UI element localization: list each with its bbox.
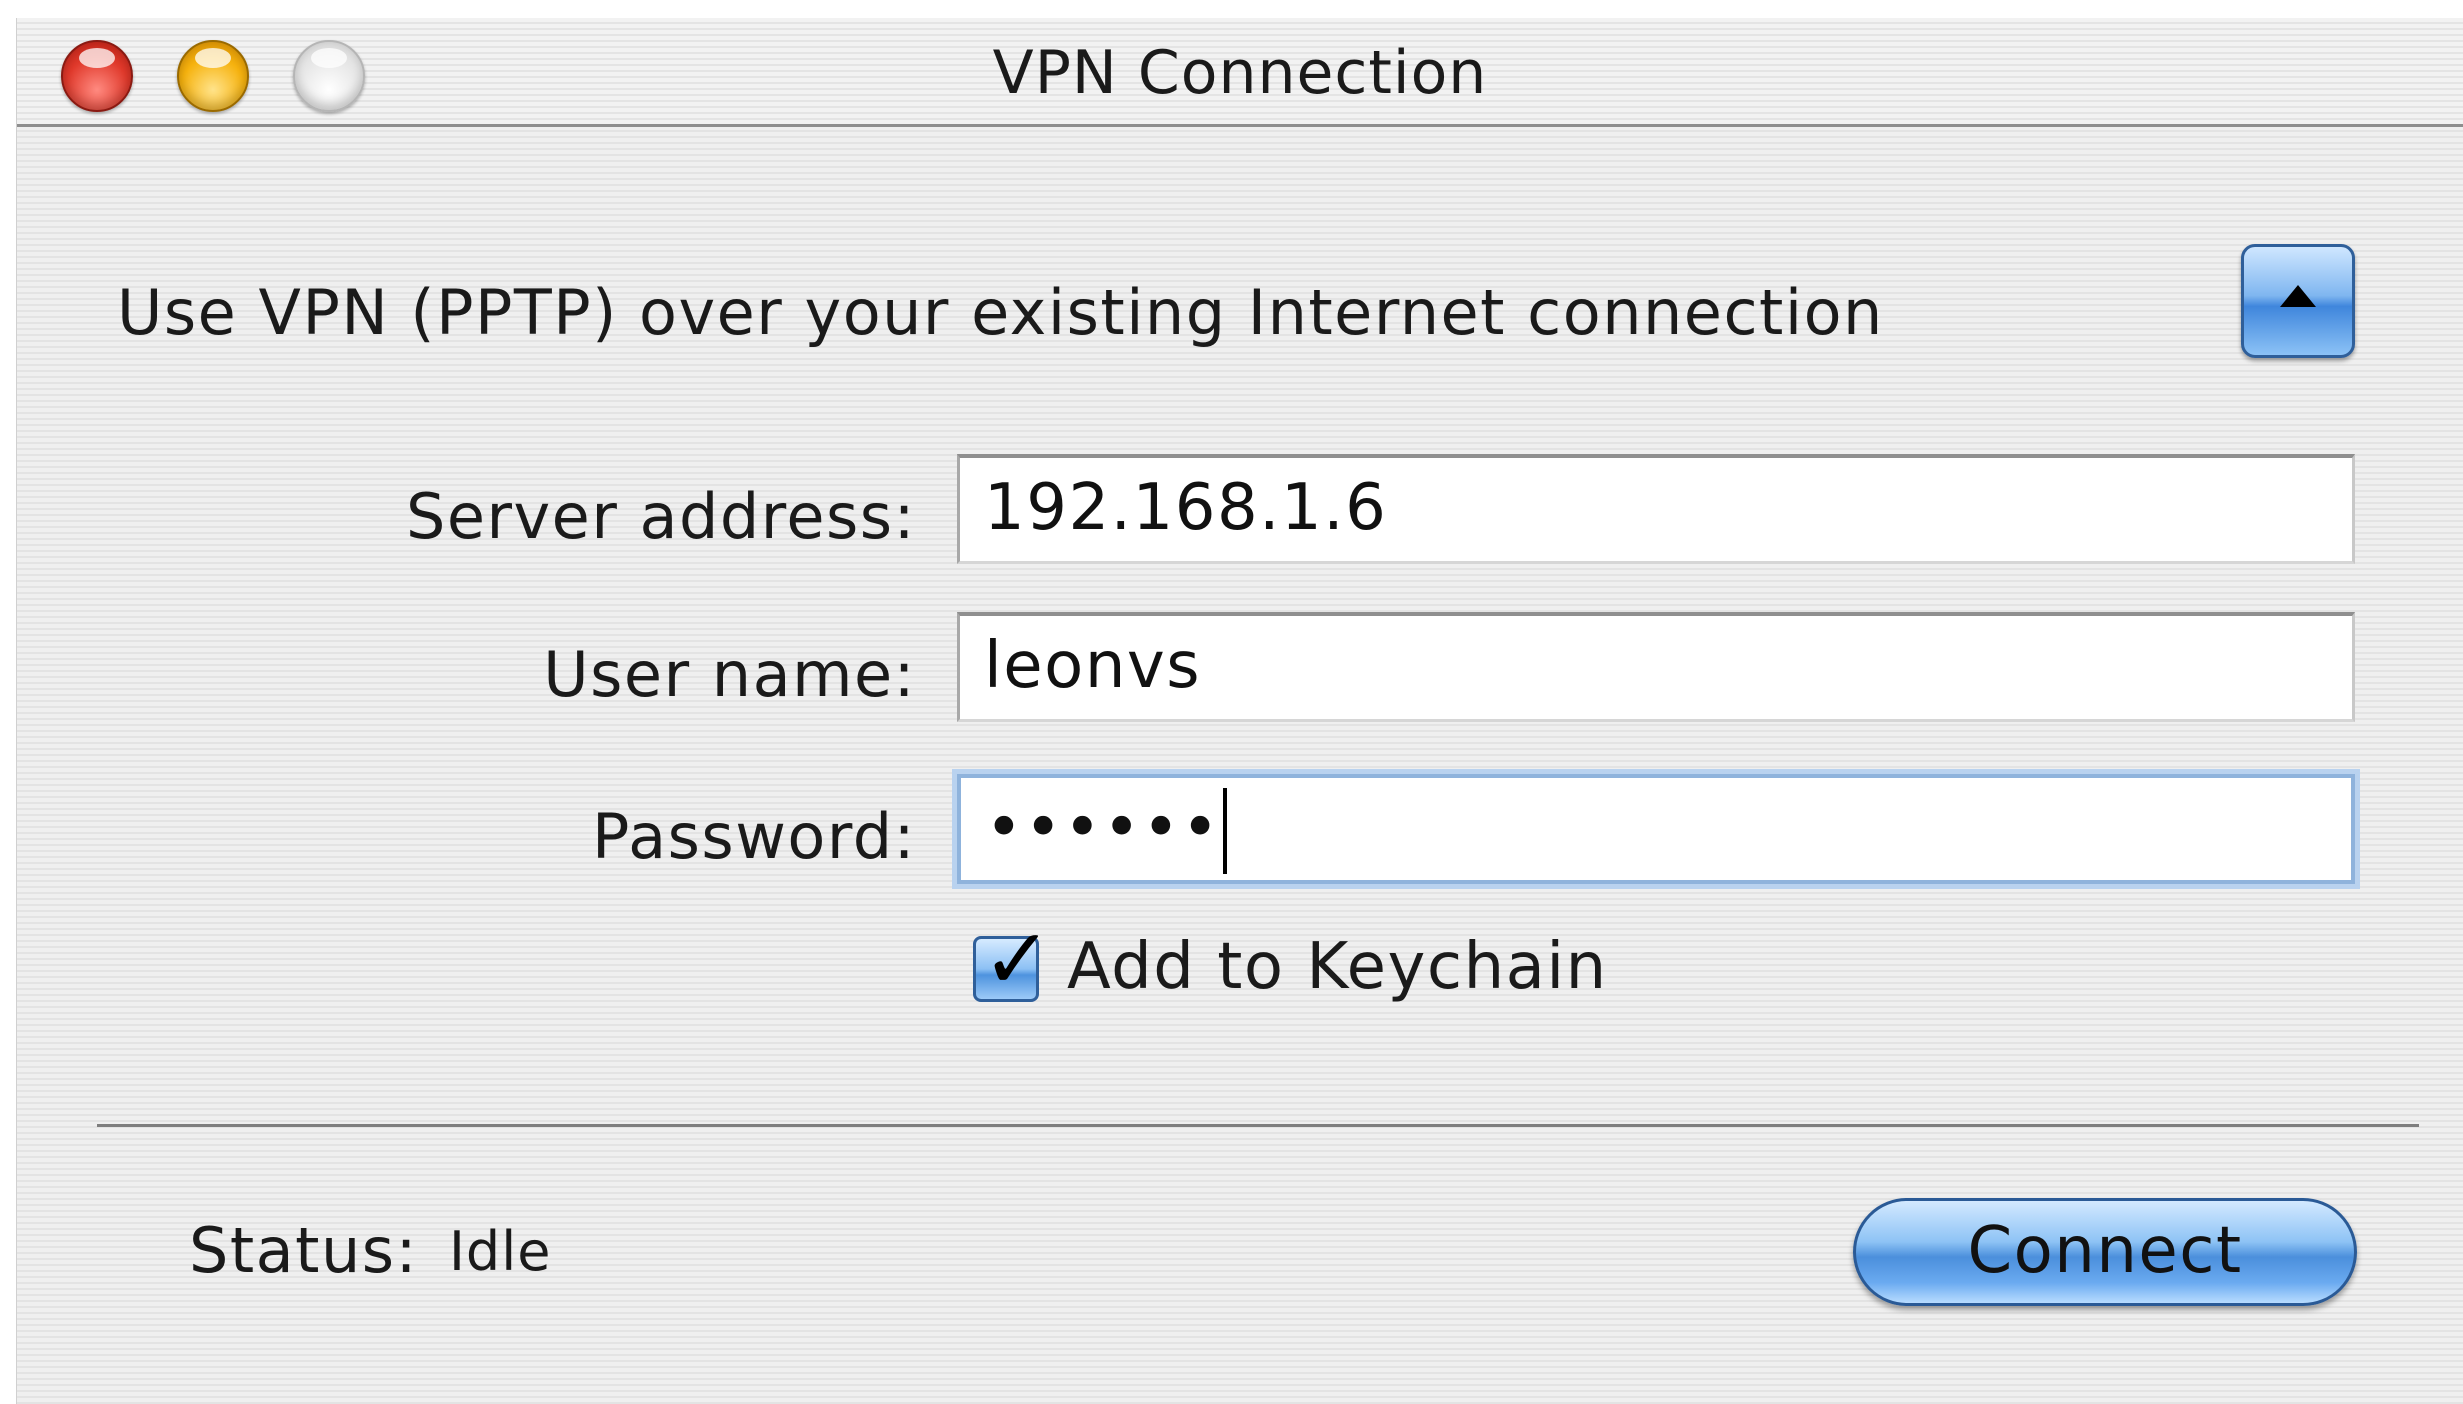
status-label: Status:	[189, 1214, 418, 1287]
password-label: Password:	[592, 800, 916, 873]
server-address-field[interactable]: 192.168.1.6	[957, 454, 2355, 564]
divider	[97, 1124, 2419, 1127]
password-field[interactable]: ••••••	[957, 774, 2355, 884]
checkmark-icon: ✓	[982, 910, 1053, 1008]
connection-description: Use VPN (PPTP) over your existing Intern…	[117, 276, 1884, 349]
vpn-window: VPN Connection Use VPN (PPTP) over your …	[16, 18, 2463, 1404]
triangle-up-icon	[2280, 285, 2316, 307]
disclosure-button[interactable]	[2241, 244, 2355, 358]
add-to-keychain-label[interactable]: Add to Keychain	[1067, 930, 1608, 1004]
add-to-keychain-checkbox[interactable]: ✓	[973, 917, 1052, 1002]
username-label: User name:	[543, 638, 916, 711]
text-cursor	[1222, 788, 1227, 875]
username-field[interactable]: leonvs	[957, 612, 2355, 722]
server-address-label: Server address:	[406, 480, 916, 553]
connect-button[interactable]: Connect	[1853, 1198, 2357, 1306]
password-value: ••••••	[985, 791, 1221, 865]
title-bar[interactable]: VPN Connection	[17, 18, 2463, 127]
window-title: VPN Connection	[992, 38, 1488, 108]
status-value: Idle	[449, 1220, 552, 1283]
